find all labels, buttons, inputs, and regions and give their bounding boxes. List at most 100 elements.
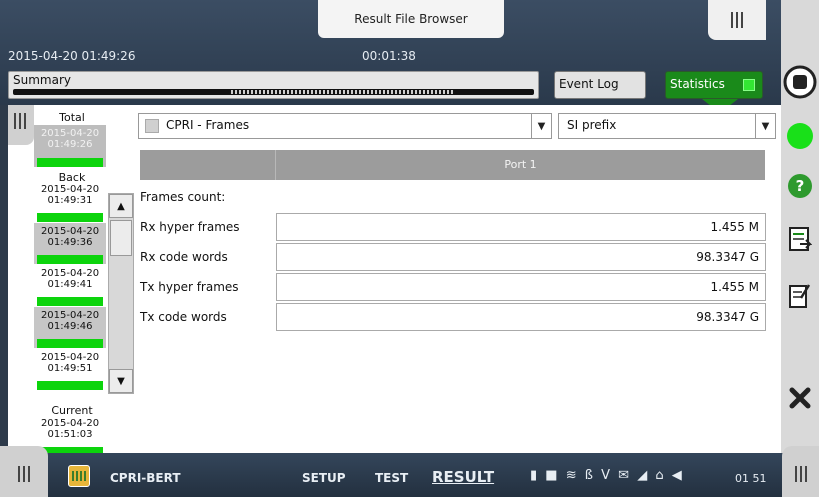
entry-date: 2015-04-20 <box>40 268 100 279</box>
chevron-down-icon: ▼ <box>531 114 551 138</box>
notes-button[interactable] <box>781 276 819 316</box>
grip-icon <box>18 466 30 482</box>
total-label: Total <box>59 111 85 124</box>
signal-icon: ◢ <box>637 468 650 483</box>
right-side-panel: ? <box>781 0 819 497</box>
edit-notes-icon <box>789 284 811 308</box>
entry-date: 2015-04-20 <box>40 128 100 139</box>
entry-time: 01:49:51 <box>47 363 93 374</box>
wifi-icon: ≋ <box>565 468 579 483</box>
status-icons: ▮ ■ ≋ ß V ✉ ◢ ⌂ ◀ <box>530 468 684 483</box>
entry-date: 2015-04-20 <box>40 310 100 321</box>
entry-time: 01:49:31 <box>47 195 93 206</box>
frames-selector[interactable]: CPRI - Frames ▼ <box>138 113 552 139</box>
total-entry[interactable]: 2015-04-20 01:49:26 <box>34 125 106 167</box>
entry-status-bar <box>37 158 103 167</box>
statistics-button[interactable]: Statistics <box>665 71 763 99</box>
event-log-button[interactable]: Event Log <box>554 71 646 99</box>
current-entry[interactable]: 2015-04-20 01:51:03 <box>34 415 106 453</box>
history-list: Total 2015-04-20 01:49:26 Back 2015-04-2… <box>32 105 116 453</box>
nav-result[interactable]: RESULT <box>432 468 494 486</box>
entry-time: 01:51:03 <box>47 429 93 440</box>
close-button[interactable] <box>781 378 819 418</box>
svg-text:?: ? <box>796 177 805 195</box>
top-menu-handle[interactable] <box>708 0 766 40</box>
row-label: Tx code words <box>140 310 227 324</box>
entry-time: 01:49:26 <box>47 139 93 150</box>
bottom-left-handle[interactable] <box>0 446 48 497</box>
clock: 01 51 <box>735 472 767 485</box>
entry-status-bar <box>37 255 103 264</box>
bottom-right-handle[interactable] <box>782 446 819 497</box>
green-status-icon <box>787 123 813 149</box>
prefix-selector-value: SI prefix <box>567 118 617 132</box>
report-button[interactable] <box>781 220 819 260</box>
grip-icon <box>14 113 26 129</box>
start-datetime: 2015-04-20 01:49:26 <box>8 49 136 63</box>
entry-date: 2015-04-20 <box>40 352 100 363</box>
bluetooth-icon: ß <box>584 468 595 483</box>
entry-time: 01:49:36 <box>47 237 93 248</box>
entry-status-bar <box>37 213 103 222</box>
section-label: Frames count: <box>140 190 226 204</box>
history-entry[interactable]: 2015-04-20 01:49:51 <box>34 349 106 390</box>
arrow-up-icon: ▲ <box>117 200 125 212</box>
app-name: CPRI-BERT <box>110 471 181 485</box>
table-header-blank <box>140 150 275 180</box>
entry-status-bar <box>37 297 103 306</box>
run-status-indicator <box>781 118 819 154</box>
grip-icon <box>795 466 807 482</box>
history-entry[interactable]: 2015-04-20 01:49:46 <box>34 307 106 348</box>
grip-icon <box>731 12 743 28</box>
row-value: 1.455 M <box>276 273 766 301</box>
app-icon[interactable] <box>68 465 90 487</box>
row-label: Rx hyper frames <box>140 220 240 234</box>
nav-setup[interactable]: SETUP <box>302 471 346 485</box>
network-icon: ⌂ <box>655 468 666 483</box>
row-value: 1.455 M <box>276 213 766 241</box>
stop-button[interactable] <box>781 62 819 102</box>
port-column-header: Port 1 <box>275 150 765 180</box>
entry-time: 01:49:46 <box>47 321 93 332</box>
entry-date: 2015-04-20 <box>40 226 100 237</box>
entry-date: 2015-04-20 <box>40 418 100 429</box>
statistics-label: Statistics <box>670 77 725 91</box>
speaker-icon: ◀ <box>671 468 684 483</box>
prefix-selector[interactable]: SI prefix ▼ <box>558 113 776 139</box>
history-scrollbar[interactable]: ▲ ▼ <box>108 193 134 394</box>
frames-color-swatch <box>145 119 159 133</box>
v-icon: V <box>601 468 613 483</box>
row-label: Tx hyper frames <box>140 280 239 294</box>
left-panel-handle[interactable] <box>8 105 34 145</box>
entry-status-bar <box>37 381 103 390</box>
window-title: Result File Browser <box>318 0 504 38</box>
close-icon <box>789 387 811 409</box>
summary-timeline-markers <box>231 90 455 94</box>
status-led-icon <box>743 79 755 91</box>
entry-status-bar <box>37 339 103 348</box>
history-entry[interactable]: 2015-04-20 01:49:36 <box>34 223 106 264</box>
scroll-down-button[interactable]: ▼ <box>109 369 133 393</box>
scroll-thumb[interactable] <box>110 220 132 256</box>
elapsed-time: 00:01:38 <box>362 49 416 63</box>
summary-label: Summary <box>13 73 71 87</box>
entry-date: 2015-04-20 <box>40 184 100 195</box>
history-entry[interactable]: 2015-04-20 01:49:31 <box>34 181 106 222</box>
frames-selector-value: CPRI - Frames <box>166 118 250 132</box>
email-icon: ✉ <box>618 468 632 483</box>
nav-test[interactable]: TEST <box>375 471 408 485</box>
help-button[interactable]: ? <box>781 168 819 204</box>
summary-bar[interactable]: Summary <box>8 71 539 99</box>
scroll-up-button[interactable]: ▲ <box>109 194 133 218</box>
stop-icon <box>783 65 817 99</box>
report-icon <box>789 227 812 251</box>
chevron-down-icon: ▼ <box>755 114 775 138</box>
statistics-main-panel: Total 2015-04-20 01:49:26 Back 2015-04-2… <box>8 105 781 453</box>
camera-icon: ■ <box>545 468 560 483</box>
arrow-down-icon: ▼ <box>117 375 125 387</box>
battery-icon: ▮ <box>530 468 540 483</box>
history-entry[interactable]: 2015-04-20 01:49:41 <box>34 265 106 306</box>
row-value: 98.3347 G <box>276 243 766 271</box>
row-value: 98.3347 G <box>276 303 766 331</box>
help-icon: ? <box>788 174 812 198</box>
